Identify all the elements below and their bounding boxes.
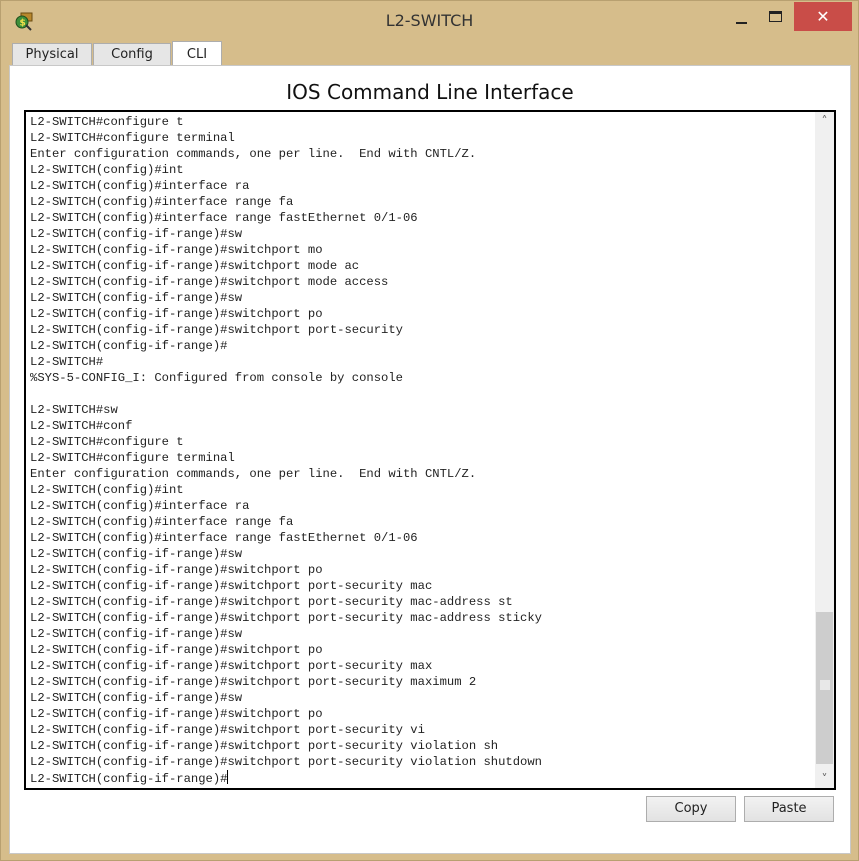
terminal-line: L2-SWITCH(config-if-range)#switchport po… xyxy=(30,611,542,625)
terminal-line: L2-SWITCH(config)#interface range fastEt… xyxy=(30,531,418,545)
terminal-line: L2-SWITCH(config-if-range)#switchport po… xyxy=(30,323,403,337)
terminal-line: L2-SWITCH(config-if-range)#switchport po… xyxy=(30,595,513,609)
terminal-line: L2-SWITCH(config-if-range)#sw xyxy=(30,291,243,305)
paste-button[interactable]: Paste xyxy=(744,796,834,822)
terminal-line: L2-SWITCH(config-if-range)#switchport po… xyxy=(30,579,433,593)
terminal-line: L2-SWITCH(config-if-range)#switchport mo… xyxy=(30,275,389,289)
cli-terminal[interactable]: L2-SWITCH#configure t L2-SWITCH#configure… xyxy=(24,110,836,790)
terminal-line: Enter configuration commands, one per li… xyxy=(30,147,477,161)
close-button[interactable]: ✕ xyxy=(794,2,852,31)
scrollbar-thumb[interactable] xyxy=(816,612,833,764)
terminal-line: L2-SWITCH(config-if-range)#switchport po xyxy=(30,707,323,721)
terminal-line: L2-SWITCH(config-if-range)# xyxy=(30,339,228,353)
terminal-line: L2-SWITCH(config-if-range)#switchport po… xyxy=(30,755,542,769)
scroll-up-arrow-icon[interactable]: ˄ xyxy=(815,112,834,130)
text-cursor xyxy=(227,770,229,784)
terminal-line: L2-SWITCH# xyxy=(30,355,104,369)
scrollbar-grip-icon xyxy=(820,680,830,690)
tab-strip: Physical Config CLI xyxy=(9,41,851,66)
terminal-line: L2-SWITCH(config-if-range)#switchport po… xyxy=(30,739,499,753)
close-icon: ✕ xyxy=(816,7,830,26)
tab-physical[interactable]: Physical xyxy=(12,43,92,65)
terminal-line: L2-SWITCH(config-if-range)#switchport po… xyxy=(30,659,433,673)
terminal-line: %SYS-5-CONFIG_I: Configured from console… xyxy=(30,371,403,385)
tab-config[interactable]: Config xyxy=(93,43,171,65)
terminal-line: L2-SWITCH(config-if-range)#switchport mo xyxy=(30,243,323,257)
terminal-line: L2-SWITCH#conf xyxy=(30,419,133,433)
title-bar[interactable]: $ L2-SWITCH ✕ xyxy=(1,1,858,41)
terminal-line: L2-SWITCH(config-if-range)#sw xyxy=(30,691,243,705)
cli-panel: IOS Command Line Interface L2-SWITCH#con… xyxy=(9,65,851,854)
cli-heading: IOS Command Line Interface xyxy=(286,80,574,104)
terminal-line: L2-SWITCH#sw xyxy=(30,403,118,417)
terminal-line: L2-SWITCH(config-if-range)#switchport po xyxy=(30,563,323,577)
tab-cli[interactable]: CLI xyxy=(172,41,222,66)
terminal-line: L2-SWITCH#configure terminal xyxy=(30,131,235,145)
scroll-down-arrow-icon[interactable]: ˅ xyxy=(815,770,834,788)
terminal-line: L2-SWITCH(config)#interface ra xyxy=(30,499,250,513)
copy-button[interactable]: Copy xyxy=(646,796,736,822)
terminal-line: L2-SWITCH#configure t xyxy=(30,115,184,129)
app-window: $ L2-SWITCH ✕ Physical Config CLI IOS Co… xyxy=(0,0,859,861)
terminal-scrollbar[interactable]: ˄ ˅ xyxy=(815,112,834,788)
terminal-output[interactable]: L2-SWITCH#configure t L2-SWITCH#configure… xyxy=(30,114,812,786)
terminal-line: L2-SWITCH#configure t xyxy=(30,435,184,449)
terminal-prompt-line[interactable]: L2-SWITCH(config-if-range)# xyxy=(30,770,812,786)
terminal-line: L2-SWITCH(config-if-range)#sw xyxy=(30,627,243,641)
terminal-line: L2-SWITCH(config-if-range)#switchport po… xyxy=(30,723,425,737)
terminal-line: L2-SWITCH#configure terminal xyxy=(30,451,235,465)
terminal-prompt: L2-SWITCH(config-if-range)# xyxy=(30,772,228,786)
terminal-line: L2-SWITCH(config)#interface range fa xyxy=(30,195,294,209)
terminal-line: L2-SWITCH(config)#interface ra xyxy=(30,179,250,193)
terminal-line: L2-SWITCH(config-if-range)#sw xyxy=(30,227,243,241)
terminal-line: L2-SWITCH(config-if-range)#switchport po… xyxy=(30,675,477,689)
client-area: Physical Config CLI IOS Command Line Int… xyxy=(9,41,851,854)
terminal-line: L2-SWITCH(config-if-range)#switchport mo… xyxy=(30,259,360,273)
terminal-line: Enter configuration commands, one per li… xyxy=(30,467,477,481)
terminal-line: L2-SWITCH(config-if-range)#sw xyxy=(30,547,243,561)
terminal-line: L2-SWITCH(config)#int xyxy=(30,483,184,497)
terminal-line: L2-SWITCH(config-if-range)#switchport po xyxy=(30,643,323,657)
terminal-line: L2-SWITCH(config)#interface range fa xyxy=(30,515,294,529)
terminal-line: L2-SWITCH(config)#int xyxy=(30,163,184,177)
terminal-line: L2-SWITCH(config)#interface range fastEt… xyxy=(30,211,418,225)
maximize-button[interactable] xyxy=(761,2,791,31)
minimize-button[interactable] xyxy=(721,2,755,31)
terminal-line: L2-SWITCH(config-if-range)#switchport po xyxy=(30,307,323,321)
